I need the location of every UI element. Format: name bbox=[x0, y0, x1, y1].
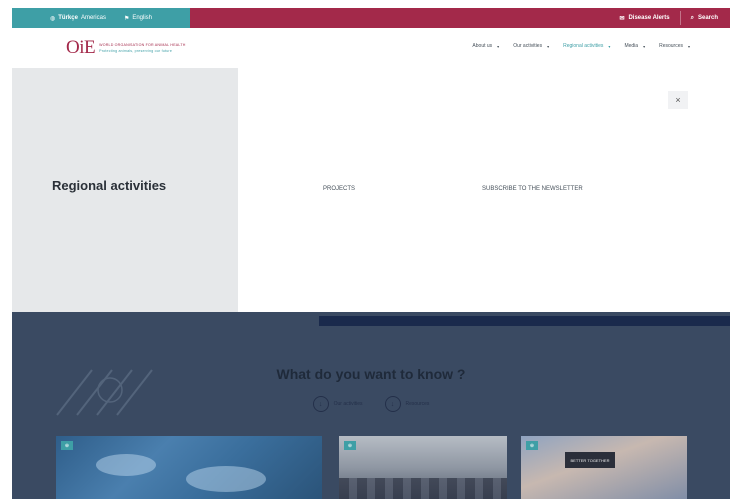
nav-about-us[interactable]: About us ▾ bbox=[472, 43, 499, 49]
mail-icon: ✉ bbox=[619, 15, 625, 22]
close-button[interactable]: × bbox=[668, 91, 688, 109]
chevron-down-icon: ▾ bbox=[687, 43, 690, 49]
language-primary: Türkçe bbox=[58, 15, 78, 21]
logo-line-2: Protecting animals, preserving our futur… bbox=[99, 49, 173, 53]
arrow-down-icon: ↓ bbox=[384, 396, 401, 412]
chevron-down-icon: ▾ bbox=[643, 43, 646, 49]
divider bbox=[679, 11, 681, 25]
search-button[interactable]: ⌕ Search bbox=[691, 15, 718, 22]
card-tag: ⊕ bbox=[61, 441, 73, 450]
chevron-down-icon: ▾ bbox=[608, 43, 611, 49]
megamenu-title: Regional activities bbox=[52, 178, 167, 193]
card-sign: BETTER TOGETHER bbox=[565, 452, 615, 468]
close-icon: × bbox=[675, 95, 681, 105]
megamenu-sidebar: Regional activities bbox=[12, 68, 238, 312]
search-icon: ⌕ bbox=[690, 14, 694, 21]
card-tag: ⊕ bbox=[526, 441, 538, 450]
section-heading: What do you want to know ? bbox=[276, 366, 466, 382]
language-secondary: English bbox=[132, 15, 153, 21]
language-switcher: ◍ Türkçe Americas ⚑ English bbox=[12, 8, 190, 28]
language-current[interactable]: ◍ Türkçe Americas bbox=[50, 15, 106, 22]
nav-label: Media bbox=[624, 43, 639, 49]
flag-icon: ⚑ bbox=[123, 15, 130, 22]
site-header: OiE WORLD ORGANISATION FOR ANIMAL HEALTH… bbox=[12, 28, 730, 68]
logo-mark: OiE bbox=[66, 37, 96, 58]
globe-icon: ◍ bbox=[50, 15, 56, 22]
page-frame: ◍ Türkçe Americas ⚑ English ✉ Disease Al… bbox=[12, 8, 730, 499]
content-card[interactable]: BETTER TOGETHER ⊕ bbox=[521, 436, 687, 499]
logo-line-1: WORLD ORGANISATION FOR ANIMAL HEALTH bbox=[99, 43, 186, 47]
nav-label: Our activities bbox=[513, 43, 543, 49]
chevron-down-icon: ▾ bbox=[547, 43, 550, 49]
overlay-section: What do you want to know ? ↓ Our activit… bbox=[12, 312, 730, 499]
site-logo[interactable]: OiE WORLD ORGANISATION FOR ANIMAL HEALTH… bbox=[66, 37, 186, 59]
megamenu-panel: × PROJECTS SUBSCRIBE TO THE NEWSLETTER bbox=[238, 68, 730, 312]
nav-regional-activities[interactable]: Regional activities ▾ bbox=[563, 43, 610, 49]
nav-our-activities[interactable]: Our activities ▾ bbox=[513, 43, 549, 49]
card-tag: ⊕ bbox=[344, 441, 356, 450]
top-utility-bar: ◍ Türkçe Americas ⚑ English ✉ Disease Al… bbox=[12, 8, 730, 28]
choice-label: Resources bbox=[405, 401, 430, 407]
choice-our-activities[interactable]: ↓ Our activities bbox=[312, 396, 363, 412]
search-label: Search bbox=[697, 15, 718, 21]
image-detail bbox=[186, 466, 266, 492]
chevron-down-icon: ▾ bbox=[497, 43, 500, 49]
content-card[interactable]: ⊕ bbox=[56, 436, 322, 499]
projects-link[interactable]: PROJECTS bbox=[323, 186, 355, 192]
nav-label: About us bbox=[472, 43, 493, 49]
disease-alerts-label: Disease Alerts bbox=[628, 15, 670, 21]
accent-bar bbox=[319, 316, 730, 326]
arrow-down-icon: ↓ bbox=[312, 396, 329, 412]
subscribe-newsletter-link[interactable]: SUBSCRIBE TO THE NEWSLETTER bbox=[482, 186, 583, 192]
language-option[interactable]: ⚑ English bbox=[124, 15, 152, 22]
logo-text: WORLD ORGANISATION FOR ANIMAL HEALTH Pro… bbox=[99, 43, 185, 53]
image-detail bbox=[96, 454, 156, 476]
image-detail bbox=[339, 478, 507, 499]
disease-alerts-link[interactable]: ✉ Disease Alerts bbox=[619, 15, 669, 22]
nav-resources[interactable]: Resources ▾ bbox=[659, 43, 690, 49]
choice-resources[interactable]: ↓ Resources bbox=[384, 396, 430, 412]
language-region: Americas bbox=[80, 15, 106, 21]
nav-label: Resources bbox=[659, 43, 683, 49]
nav-label: Regional activities bbox=[563, 43, 604, 49]
utility-links: ✉ Disease Alerts ⌕ Search bbox=[190, 8, 730, 28]
choice-label: Our activities bbox=[333, 401, 363, 407]
main-nav: About us ▾ Our activities ▾ Regional act… bbox=[472, 43, 690, 49]
topic-choices: ↓ Our activities ↓ Resources bbox=[12, 396, 730, 412]
content-card[interactable]: ⊕ bbox=[339, 436, 507, 499]
nav-media[interactable]: Media ▾ bbox=[624, 43, 645, 49]
